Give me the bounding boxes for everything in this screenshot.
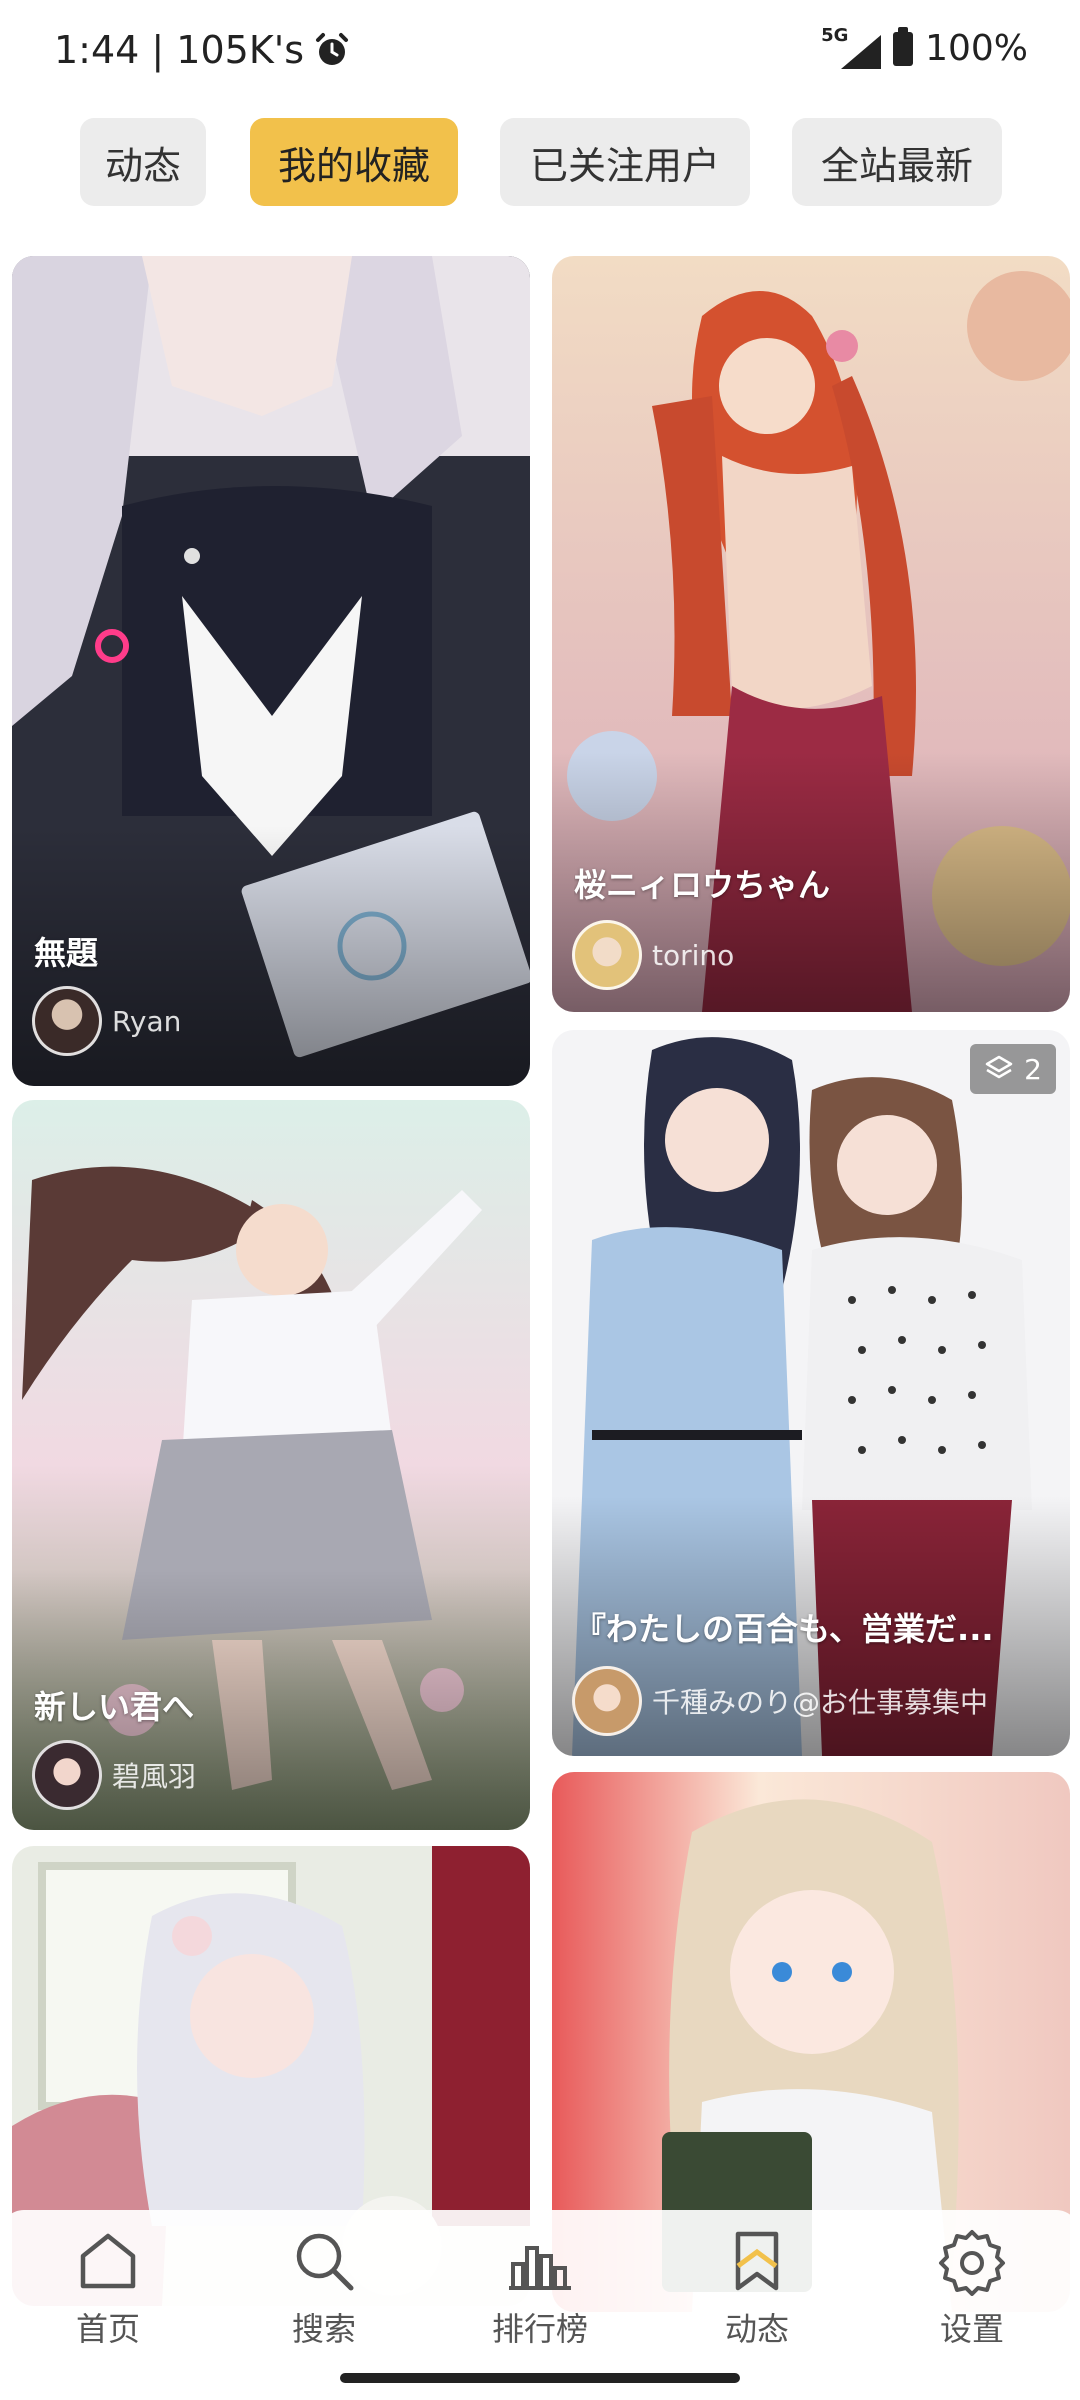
nav-label: 动态 (724, 2310, 789, 2348)
artwork-card[interactable]: 2 『わたしの百合も、営業だ... 千種みのり@お仕事募集中 (552, 1030, 1070, 1756)
nav-label: 首页 (75, 2310, 140, 2348)
layers-icon (985, 1055, 1013, 1079)
nav-settings[interactable]: 设置 (892, 2226, 1052, 2350)
nav-ranking[interactable]: 排行榜 (460, 2226, 620, 2350)
nav-label: 排行榜 (491, 2310, 588, 2348)
nav-label: 设置 (939, 2310, 1004, 2348)
author-name: torino (652, 938, 735, 972)
nav-label: 搜索 (291, 2310, 356, 2348)
settings-icon (939, 2230, 1005, 2296)
artwork-title: 新しい君へ (34, 1688, 195, 1726)
page-count: 2 (1024, 1052, 1042, 1086)
bookmark-icon (735, 2231, 779, 2291)
ranking-icon (509, 2246, 571, 2290)
artwork-title: 桜ニィロウちゃん (574, 866, 831, 904)
artwork-card[interactable]: 無題 Ryan (12, 256, 530, 1086)
artwork-card[interactable]: 桜ニィロウちゃん torino (552, 256, 1070, 1012)
nav-home[interactable]: 首页 (28, 2226, 188, 2350)
nav-search[interactable]: 搜索 (244, 2226, 404, 2350)
artwork-card[interactable]: 新しい君へ 碧風羽 (12, 1100, 530, 1830)
signal-icon: 5G (821, 25, 882, 69)
author-name: 千種みのり@お仕事募集中 (652, 1686, 989, 1719)
status-time: 1:44 | 105K's (54, 28, 304, 72)
artwork-author[interactable]: Ryan (32, 986, 181, 1056)
bottom-navigation: 首页 搜索 排行榜 动态 设置 (0, 2210, 1080, 2360)
author-name: Ryan (112, 1004, 182, 1038)
status-left: 1:44 | 105K's (54, 28, 350, 72)
home-icon (80, 2233, 136, 2289)
artwork-title: 無題 (34, 934, 99, 972)
artwork-author[interactable]: torino (572, 920, 734, 990)
author-name: 碧風羽 (112, 1760, 197, 1793)
tab-feed[interactable]: 动态 (80, 118, 206, 206)
search-icon (296, 2233, 354, 2291)
nav-feed[interactable]: 动态 (677, 2226, 837, 2350)
avatar (32, 1740, 102, 1810)
avatar (572, 1666, 642, 1736)
status-right: 5G 100% (821, 25, 1028, 70)
avatar (32, 986, 102, 1056)
artwork-author[interactable]: 碧風羽 (32, 1740, 196, 1810)
alarm-icon (316, 33, 348, 65)
tab-my-favorites[interactable]: 我的收藏 (250, 118, 458, 206)
battery-icon (893, 26, 914, 66)
multi-page-badge: 2 (970, 1044, 1056, 1094)
tab-site-latest[interactable]: 全站最新 (792, 118, 1002, 206)
artwork-title: 『わたしの百合も、営業だ... (574, 1610, 994, 1648)
status-bar: 1:44 | 105K's 5G 100% (0, 0, 1080, 100)
avatar (572, 920, 642, 990)
battery-level: 100% (925, 28, 1028, 69)
tab-followed-users[interactable]: 已关注用户 (500, 118, 750, 206)
tab-bar: 动态 我的收藏 已关注用户 全站最新 (0, 118, 1080, 206)
home-indicator[interactable] (340, 2373, 740, 2383)
artwork-author[interactable]: 千種みのり@お仕事募集中 (572, 1666, 988, 1736)
